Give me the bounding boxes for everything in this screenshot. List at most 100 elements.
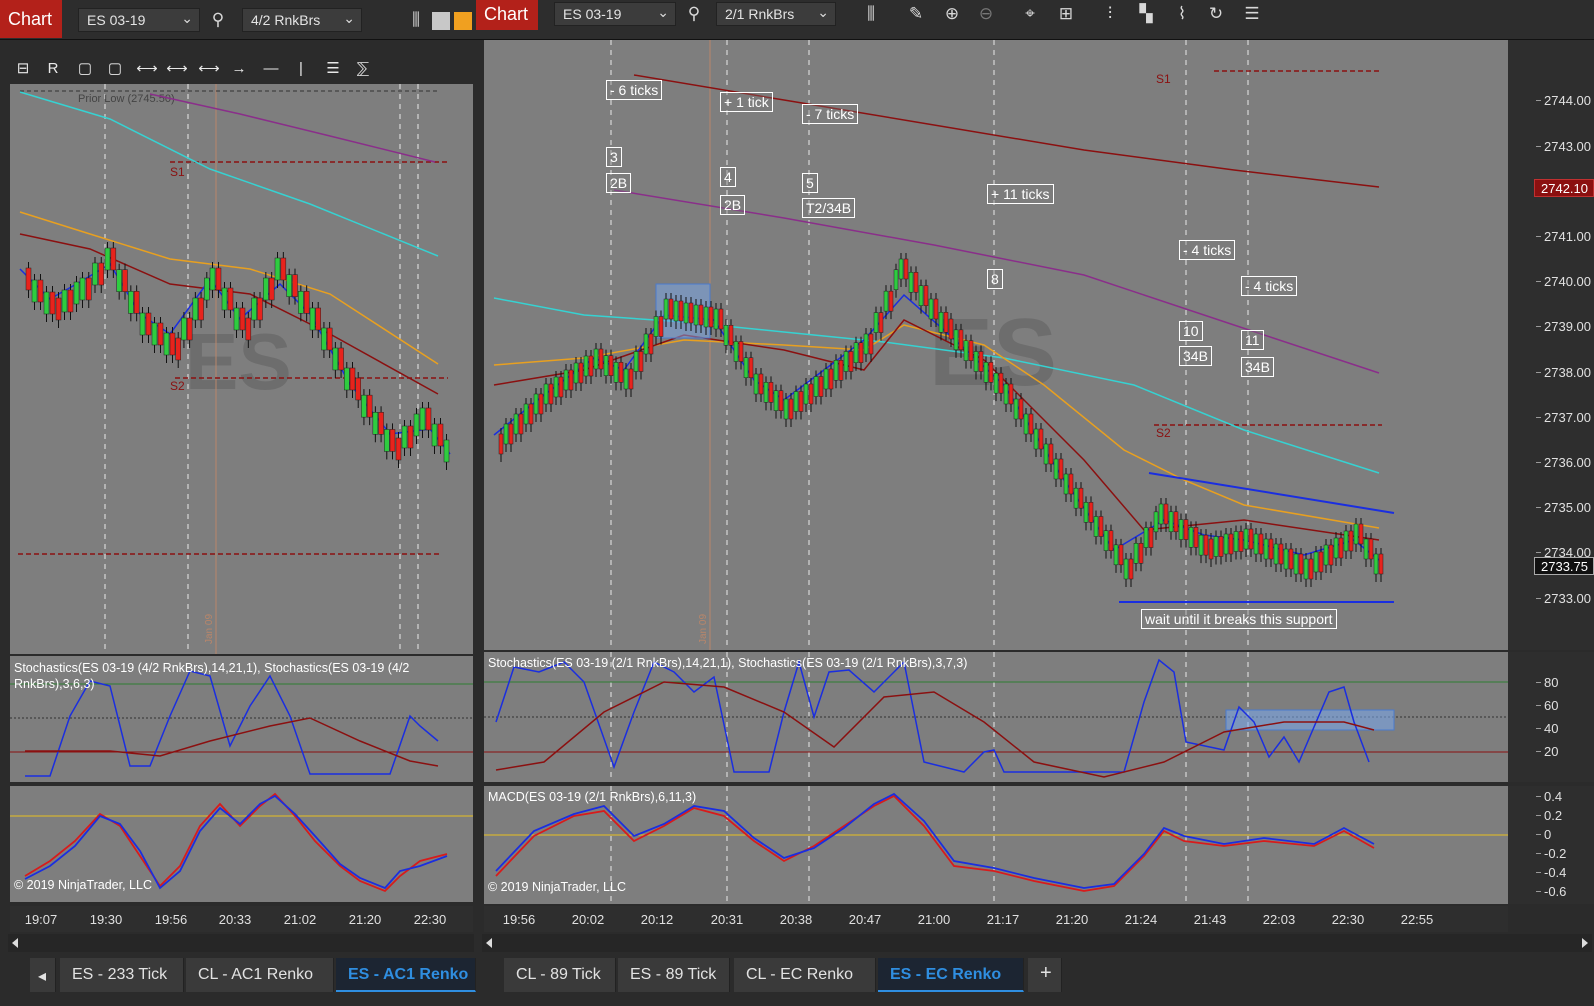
scroll-right-icon[interactable] — [1582, 938, 1588, 948]
left-macd-panel[interactable]: © 2019 NinjaTrader, LLC — [10, 786, 473, 902]
extended-line-icon[interactable]: ⟷ — [196, 57, 222, 81]
indicators-icon[interactable]: ⫶ — [1098, 2, 1122, 26]
tab-es-233-tick[interactable]: ES - 233 Tick — [60, 958, 184, 992]
annotation-support-note[interactable]: wait until it breaks this support — [1141, 609, 1337, 629]
annotation-minus-6-ticks[interactable]: - 6 ticks — [606, 80, 663, 100]
left-bar-style-icon[interactable]: ⫼ — [404, 8, 428, 32]
left-price-panel[interactable]: ES Jan 09 Prior Low (2745.50) S1 S2 — [10, 84, 473, 654]
rectangle-tool-icon[interactable]: ▢ — [72, 57, 98, 81]
ray-icon[interactable]: ⟷ — [164, 57, 190, 81]
scroll-left-icon[interactable] — [486, 938, 492, 948]
right-search-icon[interactable]: ⚲ — [682, 2, 706, 26]
left-horizontal-scrollbar[interactable] — [8, 934, 474, 952]
right-bartype-dropdown[interactable]: 2/1 RnkBrs ⌄ — [716, 2, 836, 26]
renko-brick — [401, 425, 408, 449]
left-date-marker: Jan 09 — [204, 614, 215, 644]
left-search-icon[interactable]: ⚲ — [206, 8, 230, 32]
left-instrument-dropdown[interactable]: ES 03-19 ⌄ — [78, 8, 200, 32]
renko-brick — [49, 291, 56, 315]
left-color-swatch-gray[interactable] — [432, 12, 450, 30]
left-watermark: ES — [185, 317, 292, 406]
macd-tick: -0.4 — [1536, 865, 1594, 880]
strategies-icon[interactable]: ▚ — [1134, 2, 1158, 26]
fib-retracement-icon[interactable]: ☰ — [320, 57, 346, 81]
drawing-pencil-icon[interactable]: ✎ — [904, 2, 928, 26]
bar-style-icon[interactable]: ⫼ — [859, 2, 883, 26]
price-tick: 2741.00 — [1536, 229, 1594, 244]
right-chart-title-tab[interactable]: Chart — [476, 0, 538, 30]
annotation-34b[interactable]: 34B — [1179, 346, 1212, 366]
renko-brick — [678, 300, 684, 322]
left-bartype-dropdown[interactable]: 4/2 RnkBrs ⌄ — [242, 8, 362, 32]
tab-cl-ac1-renko[interactable]: CL - AC1 Renko — [186, 958, 334, 992]
renko-brick — [1333, 537, 1339, 559]
right-macd-axis: 0.4 0.2 0 -0.2 -0.4 -0.6 — [1508, 786, 1594, 904]
right-price-panel[interactable]: ES Jan 09 S1 S2 - 6 ticks + 1 tick - 7 t… — [484, 40, 1508, 650]
annotation-2b[interactable]: 2B — [606, 173, 632, 193]
risk-reward-icon[interactable]: R — [40, 57, 66, 81]
crosshair-icon[interactable]: ⌖ — [1018, 2, 1042, 26]
renko-brick — [1023, 413, 1029, 435]
left-tabs-scroll-left-button[interactable]: ◂ — [30, 958, 56, 992]
right-macd-panel[interactable]: MACD(ES 03-19 (2/1 RnkBrs),6,11,3) © 201… — [484, 786, 1508, 904]
right-price-chart-svg: ES Jan 09 S1 S2 — [493, 40, 1395, 650]
left-color-swatch-orange[interactable] — [454, 12, 472, 30]
annotation-plus-11-ticks[interactable]: + 11 ticks — [987, 184, 1054, 204]
left-chart-title-tab[interactable]: Chart — [0, 0, 62, 38]
renko-brick — [133, 291, 140, 314]
tab-cl-ec-renko[interactable]: CL - EC Renko — [734, 958, 876, 992]
renko-brick — [1238, 531, 1244, 552]
renko-brick — [1353, 523, 1359, 545]
renko-brick — [157, 322, 164, 346]
right-time-tick: 22:30 — [1331, 912, 1365, 927]
fib-extension-icon[interactable]: ⅀ — [350, 57, 376, 81]
renko-brick — [918, 285, 924, 306]
annotation-34b-second[interactable]: 34B — [1241, 357, 1274, 377]
templates-icon[interactable]: ⌇ — [1170, 2, 1194, 26]
tab-es-ac1-renko[interactable]: ES - AC1 Renko — [336, 958, 476, 992]
horizontal-line-icon[interactable]: — — [258, 57, 284, 81]
renko-brick — [151, 322, 158, 346]
annotation-2b-second[interactable]: 2B — [720, 195, 746, 215]
zoom-in-icon[interactable]: ⊕ — [940, 2, 964, 26]
ruler-icon[interactable]: ⊟ — [10, 57, 36, 81]
right-stoch-panel[interactable]: Stochastics(ES 03-19 (2/1 RnkBrs),14,21,… — [484, 652, 1508, 782]
reload-icon[interactable]: ↻ — [1204, 2, 1228, 26]
data-box-icon[interactable]: ⊞ — [1054, 2, 1078, 26]
renko-brick — [1103, 530, 1109, 551]
tab-es-ec-renko[interactable]: ES - EC Renko — [878, 958, 1024, 992]
line-segment-icon[interactable]: ⟷ — [134, 57, 160, 81]
annotation-minus-4-ticks[interactable]: - 4 ticks — [1179, 240, 1236, 260]
renko-brick — [55, 297, 62, 321]
annotation-t2-34b[interactable]: T2/34B — [802, 198, 856, 218]
add-tab-button[interactable]: + — [1028, 958, 1062, 992]
right-instrument-dropdown[interactable]: ES 03-19 ⌄ — [554, 2, 676, 26]
annotation-count-3[interactable]: 3 — [606, 147, 622, 167]
annotation-minus-7-ticks[interactable]: - 7 ticks — [802, 104, 859, 124]
annotation-count-11[interactable]: 11 — [1241, 330, 1264, 350]
renko-brick — [913, 272, 919, 293]
right-price-axis[interactable]: 2744.00 2743.00 2742.10 2741.00 2740.00 … — [1508, 40, 1594, 650]
zoom-out-icon[interactable]: ⊖ — [974, 2, 998, 26]
annotation-count-4[interactable]: 4 — [720, 167, 736, 187]
rectangle-tool-icon-2[interactable]: ▢ — [102, 57, 128, 81]
renko-brick — [1043, 443, 1049, 465]
price-tick: 2739.00 — [1536, 319, 1594, 334]
properties-list-icon[interactable]: ☰ — [1240, 2, 1264, 26]
annotation-plus-1-tick[interactable]: + 1 tick — [720, 92, 773, 112]
right-horizontal-scrollbar[interactable] — [482, 934, 1592, 952]
vertical-line-icon[interactable]: | — [288, 57, 314, 81]
scroll-left-icon[interactable] — [12, 938, 18, 948]
annotation-count-5[interactable]: 5 — [802, 173, 818, 193]
annotation-minus-4-ticks-second[interactable]: - 4 ticks — [1241, 276, 1298, 296]
annotation-count-8[interactable]: 8 — [987, 269, 1003, 289]
left-instrument-value: ES 03-19 — [87, 12, 146, 28]
tab-cl-89-tick[interactable]: CL - 89 Tick — [504, 958, 616, 992]
annotation-count-10[interactable]: 10 — [1179, 321, 1203, 341]
left-stoch-panel[interactable]: Stochastics(ES 03-19 (4/2 RnkBrs),14,21,… — [10, 656, 473, 782]
tab-es-89-tick[interactable]: ES - 89 Tick — [618, 958, 730, 992]
arrow-line-icon[interactable]: → — [226, 57, 252, 81]
right-time-tick: 21:17 — [986, 912, 1020, 927]
renko-brick — [643, 333, 649, 355]
macd-tick: -0.6 — [1536, 884, 1594, 899]
